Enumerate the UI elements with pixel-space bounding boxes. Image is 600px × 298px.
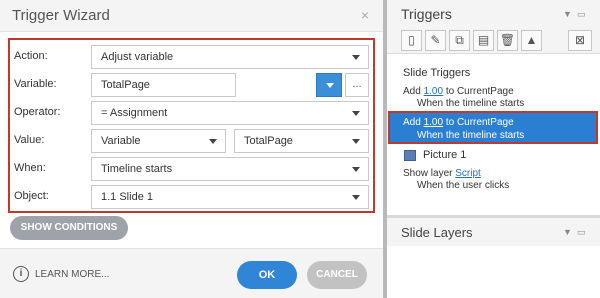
- close-icon[interactable]: ×: [361, 7, 369, 23]
- trigger-when: When the timeline starts: [417, 130, 525, 141]
- ok-button[interactable]: OK: [237, 261, 297, 289]
- variable-dropdown-button[interactable]: [316, 73, 342, 97]
- slide-layers-title: Slide Layers: [401, 225, 473, 240]
- wizard-title: Trigger Wizard: [12, 7, 110, 24]
- chevron-down-icon: [209, 139, 217, 144]
- value-variable: TotalPage: [244, 135, 293, 147]
- edit-trigger-icon[interactable]: ✎: [425, 30, 446, 51]
- when-label: When:: [14, 162, 46, 174]
- chevron-down-icon: [352, 195, 360, 200]
- picture-icon: [404, 150, 416, 161]
- operator-value: = Assignment: [101, 107, 168, 119]
- chevron-down-icon: [326, 83, 334, 88]
- object-trigger-prefix: Show layer: [403, 168, 453, 179]
- variable-dropdown[interactable]: TotalPage: [91, 73, 236, 97]
- trigger-target: to CurrentPage: [445, 86, 514, 97]
- triggers-header: Triggers ▼ ▭: [387, 0, 600, 28]
- trigger-target: to CurrentPage: [445, 117, 514, 128]
- trigger-line: Add 1.00 to CurrentPage: [403, 117, 514, 128]
- object-name[interactable]: Picture 1: [423, 149, 466, 161]
- value-label: Value:: [14, 134, 45, 146]
- trigger-item-selected[interactable]: Add 1.00 to CurrentPage When the timelin…: [388, 111, 598, 144]
- variable-label: Variable:: [14, 78, 57, 90]
- chevron-down-icon: [352, 111, 360, 116]
- object-value: 1.1 Slide 1: [101, 191, 153, 203]
- trigger-prefix: Add: [403, 86, 421, 97]
- action-label: Action:: [14, 50, 48, 62]
- chevron-down-icon: [352, 167, 360, 172]
- move-up-icon[interactable]: ▲: [521, 30, 542, 51]
- collapse-arrow-icon[interactable]: ▼: [563, 227, 572, 237]
- wizard-footer: i LEARN MORE... OK CANCEL: [0, 248, 383, 298]
- copy-icon[interactable]: ⧉: [449, 30, 470, 51]
- action-value: Adjust variable: [101, 51, 174, 63]
- show-conditions-button[interactable]: SHOW CONDITIONS: [10, 216, 128, 240]
- object-label: Object:: [14, 190, 49, 202]
- trigger-item[interactable]: Add 1.00 to CurrentPage: [403, 86, 514, 97]
- trigger-amount-link[interactable]: 1.00: [424, 86, 443, 97]
- trigger-prefix: Add: [403, 117, 421, 128]
- delete-icon[interactable]: 🗑: [497, 30, 518, 51]
- variables-icon[interactable]: ⊠: [568, 30, 592, 51]
- triggers-panel: Triggers ▼ ▭ ▯ ✎ ⧉ ▤ 🗑 ▲ ⊠ Slide Trigger…: [387, 0, 600, 298]
- triggers-toolbar: ▯ ✎ ⧉ ▤ 🗑 ▲ ⊠: [387, 28, 600, 54]
- triggers-title: Triggers: [401, 6, 452, 22]
- trigger-when: When the timeline starts: [417, 98, 525, 109]
- object-trigger-when: When the user clicks: [417, 180, 510, 191]
- cancel-button[interactable]: CANCEL: [307, 261, 367, 289]
- operator-dropdown[interactable]: = Assignment: [91, 101, 369, 125]
- action-row: Action: Adjust variable: [10, 44, 373, 70]
- operator-row: Operator: = Assignment: [10, 100, 373, 126]
- chevron-down-icon: [352, 55, 360, 60]
- operator-label: Operator:: [14, 106, 61, 118]
- trigger-form: Action: Adjust variable Variable: TotalP…: [8, 38, 375, 213]
- wizard-header: Trigger Wizard ×: [0, 0, 383, 32]
- when-dropdown[interactable]: Timeline starts: [91, 157, 369, 181]
- object-dropdown[interactable]: 1.1 Slide 1: [91, 185, 369, 209]
- undock-window-icon[interactable]: ▭: [577, 9, 586, 20]
- undock-window-icon[interactable]: ▭: [577, 227, 586, 238]
- value-variable-dropdown[interactable]: TotalPage: [234, 129, 369, 153]
- when-row: When: Timeline starts: [10, 156, 373, 182]
- paste-icon[interactable]: ▤: [473, 30, 494, 51]
- value-type: Variable: [101, 135, 141, 147]
- variable-value: TotalPage: [101, 79, 150, 91]
- new-trigger-icon[interactable]: ▯: [401, 30, 422, 51]
- layer-link[interactable]: Script: [455, 168, 481, 179]
- slide-triggers-label: Slide Triggers: [403, 67, 471, 79]
- object-trigger-item[interactable]: Show layer Script: [403, 168, 481, 179]
- when-value: Timeline starts: [101, 163, 173, 175]
- trigger-amount-link[interactable]: 1.00: [424, 117, 443, 128]
- manage-variables-button[interactable]: ...: [345, 73, 369, 97]
- chevron-down-icon: [352, 139, 360, 144]
- value-type-dropdown[interactable]: Variable: [91, 129, 226, 153]
- slide-layers-header: Slide Layers ▼ ▭: [387, 218, 600, 246]
- trigger-wizard-dialog: Trigger Wizard × Action: Adjust variable…: [0, 0, 383, 298]
- action-dropdown[interactable]: Adjust variable: [91, 45, 369, 69]
- object-row: Object: 1.1 Slide 1: [10, 184, 373, 210]
- info-icon[interactable]: i: [13, 266, 29, 282]
- collapse-arrow-icon[interactable]: ▼: [563, 9, 572, 19]
- learn-more-link[interactable]: LEARN MORE...: [35, 269, 109, 280]
- value-row: Value: Variable TotalPage: [10, 128, 373, 154]
- variable-row: Variable: TotalPage ...: [10, 72, 373, 98]
